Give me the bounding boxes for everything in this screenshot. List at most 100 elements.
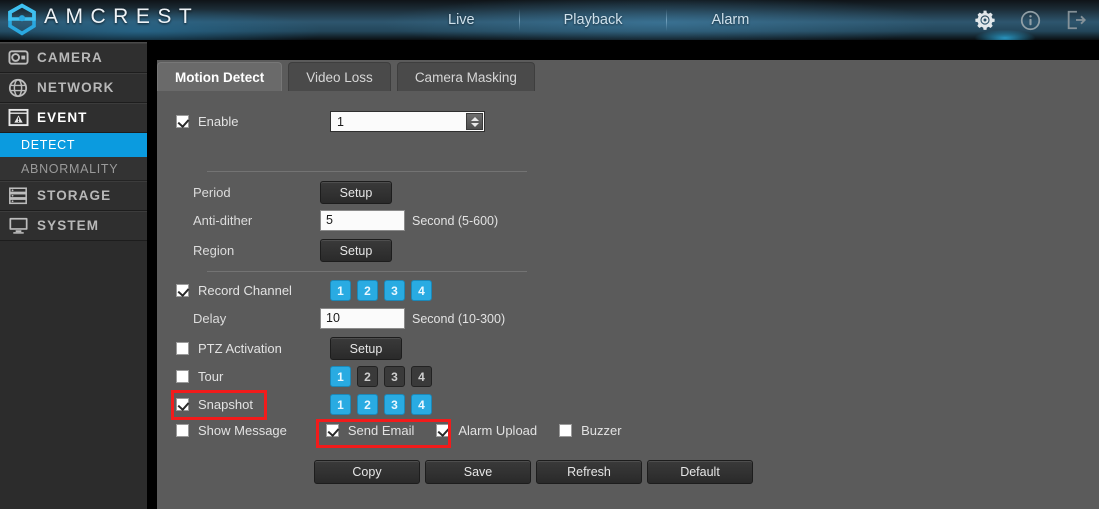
enable-label: Enable <box>198 114 239 129</box>
buzzer-label: Buzzer <box>581 423 622 438</box>
info-icon[interactable] <box>1020 10 1041 31</box>
channel-select-spinner[interactable] <box>466 113 483 130</box>
sidebar-sub-label: DETECT <box>21 137 76 152</box>
record-channel-button-2[interactable]: 2 <box>357 280 378 301</box>
channel-select-value: 1 <box>337 114 344 129</box>
tour-button-2[interactable]: 2 <box>357 366 378 387</box>
alarm-upload-checkbox[interactable] <box>436 424 450 437</box>
camera-dome-icon <box>6 47 30 69</box>
sidebar-subitem-abnormality[interactable]: ABNORMALITY <box>0 157 147 181</box>
anti-dither-unit: Second (5-600) <box>412 213 499 228</box>
tour-row: Tour 1 2 3 4 <box>176 366 438 387</box>
event-warning-icon <box>6 107 30 129</box>
send-email-label: Send Email <box>347 423 415 438</box>
ptz-activation-setup-button[interactable]: Setup <box>330 337 402 360</box>
show-message-label: Show Message <box>198 423 287 438</box>
enable-row: Enable 1 <box>176 111 485 132</box>
sidebar-label: CAMERA <box>37 50 103 65</box>
snapshot-row: Snapshot 1 2 3 4 <box>176 394 438 415</box>
tour-checkbox[interactable] <box>176 370 189 383</box>
storage-rack-icon <box>6 185 30 207</box>
network-globe-icon <box>6 77 30 99</box>
tab-video-loss[interactable]: Video Loss <box>288 62 391 92</box>
tour-label: Tour <box>198 369 224 384</box>
sidebar-item-storage[interactable]: STORAGE <box>0 181 147 211</box>
left-sidebar: CAMERA NETWORK EVENT DETECT ABNORMALITY … <box>0 42 147 509</box>
sidebar-sub-label: ABNORMALITY <box>21 161 119 176</box>
snapshot-button-3[interactable]: 3 <box>384 394 405 415</box>
record-channel-button-4[interactable]: 4 <box>411 280 432 301</box>
nav-tab-playback[interactable]: Playback <box>520 0 667 40</box>
delay-row: Delay 10 Second (10-300) <box>193 308 505 329</box>
save-button[interactable]: Save <box>425 460 531 484</box>
ptz-activation-checkbox[interactable] <box>176 342 189 355</box>
show-message-checkbox[interactable] <box>176 424 189 437</box>
gear-icon[interactable] <box>974 9 996 31</box>
sidebar-label: SYSTEM <box>37 218 100 233</box>
section-divider-2 <box>207 271 527 272</box>
amcrest-hexagon-logo <box>5 3 39 37</box>
snapshot-button-1[interactable]: 1 <box>330 394 351 415</box>
period-row: Period Setup <box>193 181 392 204</box>
tour-button-3[interactable]: 3 <box>384 366 405 387</box>
nav-tab-alarm[interactable]: Alarm <box>667 0 793 40</box>
delay-unit: Second (10-300) <box>412 311 506 326</box>
default-button[interactable]: Default <box>647 460 753 484</box>
period-label: Period <box>193 185 231 200</box>
sidebar-item-network[interactable]: NETWORK <box>0 73 147 103</box>
buzzer-checkbox[interactable] <box>559 424 573 437</box>
nav-tab-live[interactable]: Live <box>404 0 519 40</box>
snapshot-checkbox[interactable] <box>176 398 189 411</box>
sidebar-item-system[interactable]: SYSTEM <box>0 211 147 241</box>
anti-dither-input[interactable]: 5 <box>320 210 405 231</box>
logout-icon[interactable] <box>1065 9 1087 31</box>
content-area: Motion Detect Video Loss Camera Masking … <box>157 60 1099 509</box>
region-row: Region Setup <box>193 239 392 262</box>
enable-checkbox[interactable] <box>176 115 189 128</box>
content-tab-bar: Motion Detect Video Loss Camera Masking <box>157 60 541 92</box>
application-window: AMCREST Live Playback Alarm CAMERA NETWO… <box>0 0 1099 509</box>
ptz-activation-label: PTZ Activation <box>198 341 282 356</box>
anti-dither-row: Anti-dither 5 Second (5-600) <box>193 210 498 231</box>
sidebar-subitem-detect[interactable]: DETECT <box>0 133 147 157</box>
ptz-activation-row: PTZ Activation Setup <box>176 337 402 360</box>
tour-button-4[interactable]: 4 <box>411 366 432 387</box>
sidebar-item-camera[interactable]: CAMERA <box>0 43 147 73</box>
sidebar-label: NETWORK <box>37 80 115 95</box>
copy-button[interactable]: Copy <box>314 460 420 484</box>
header-icon-group <box>974 0 1087 40</box>
refresh-button[interactable]: Refresh <box>536 460 642 484</box>
tab-camera-masking[interactable]: Camera Masking <box>396 62 535 92</box>
region-setup-button[interactable]: Setup <box>320 239 392 262</box>
tour-button-1[interactable]: 1 <box>330 366 351 387</box>
snapshot-button-4[interactable]: 4 <box>411 394 432 415</box>
section-divider-1 <box>207 171 527 172</box>
delay-input[interactable]: 10 <box>320 308 405 329</box>
region-label: Region <box>193 243 235 258</box>
tab-motion-detect[interactable]: Motion Detect <box>157 62 283 92</box>
record-channel-checkbox[interactable] <box>176 284 189 297</box>
record-channel-label: Record Channel <box>198 283 292 298</box>
alarm-upload-label: Alarm Upload <box>458 423 538 438</box>
sidebar-label: STORAGE <box>37 188 112 203</box>
channel-select[interactable]: 1 <box>330 111 485 132</box>
top-header-bar: AMCREST Live Playback Alarm <box>0 0 1099 40</box>
snapshot-button-2[interactable]: 2 <box>357 394 378 415</box>
action-button-row: Copy Save Refresh Default <box>314 460 753 484</box>
anti-dither-label: Anti-dither <box>193 213 253 228</box>
send-email-checkbox[interactable] <box>325 424 339 437</box>
chevron-down-icon <box>470 122 479 127</box>
brand-name: AMCREST <box>44 5 200 28</box>
period-setup-button[interactable]: Setup <box>320 181 392 204</box>
motion-detect-panel: Enable 1 Period Setup Anti-dither 5 Seco… <box>157 91 1099 509</box>
record-channel-row: Record Channel 1 2 3 4 <box>176 280 438 301</box>
system-monitor-icon <box>6 215 30 237</box>
chevron-up-icon <box>470 116 479 121</box>
sidebar-label: EVENT <box>37 110 88 125</box>
snapshot-label: Snapshot <box>198 397 253 412</box>
record-channel-button-1[interactable]: 1 <box>330 280 351 301</box>
sidebar-item-event[interactable]: EVENT <box>0 103 147 133</box>
record-channel-button-3[interactable]: 3 <box>384 280 405 301</box>
delay-label: Delay <box>193 311 227 326</box>
alarm-output-row: Show Message Send Email Alarm Upload Buz… <box>176 423 622 438</box>
